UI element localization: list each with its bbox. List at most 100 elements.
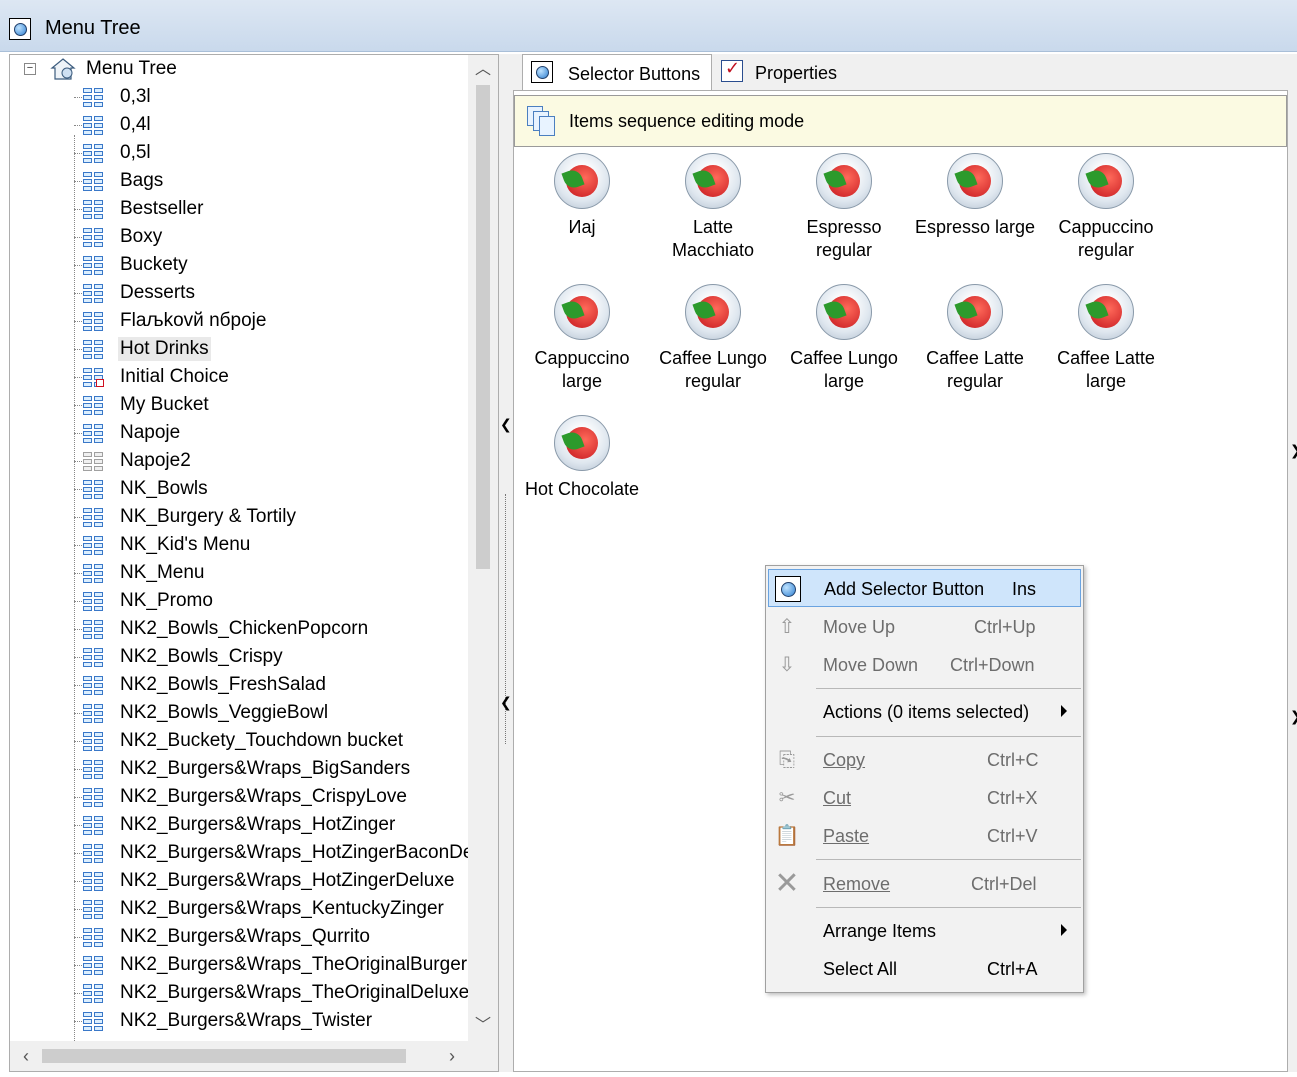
chevron-left-icon[interactable]: ❮ [500, 416, 512, 433]
tree-item[interactable]: Bestseller [10, 195, 470, 223]
tree-item-label: NK_Menu [120, 562, 205, 583]
tree-item[interactable]: Buckety [10, 251, 470, 279]
tree-item[interactable]: Bags [10, 167, 470, 195]
tree-item[interactable]: Boxy [10, 223, 470, 251]
tree-vertical-scrollbar[interactable]: ︿ ﹀ [468, 55, 498, 1041]
selector-button[interactable]: Caffee Latte large [1044, 284, 1168, 404]
tree-item[interactable]: Napoje [10, 419, 470, 447]
selector-button[interactable]: Latte Macchiato [651, 153, 775, 273]
tree-item-label: NK2_Burgers&Wraps_TheOriginalBurger [120, 954, 468, 975]
menu-move-down[interactable]: ⇩ Move Down Ctrl+Down [768, 646, 1081, 684]
tree-item[interactable]: NK2_Burgers&Wraps_HotZingerDeluxe [10, 867, 470, 895]
chevron-left-icon[interactable]: ❮ [500, 694, 512, 711]
selector-button[interactable]: Hot Chocolate [520, 415, 644, 535]
product-icon [1078, 284, 1134, 340]
scroll-up-icon[interactable]: ︿ [468, 57, 498, 83]
tree-item[interactable]: NK_Promo [10, 587, 470, 615]
tree-item[interactable]: Hot Drinks [10, 335, 470, 363]
scroll-left-icon[interactable]: ‹ [12, 1041, 40, 1071]
tree-item[interactable]: NK2_Burgers&Wraps_BigSanders [10, 755, 470, 783]
selector-button[interactable]: Espresso regular [782, 153, 906, 273]
tree-item[interactable]: NK2_Buckety_Touchdown bucket [10, 727, 470, 755]
tree-item[interactable]: Napoje2 [10, 447, 470, 475]
panel-splitter[interactable]: ❮ ❮ [499, 54, 513, 1072]
tree-item[interactable]: 0,3l [10, 83, 470, 111]
tree-item[interactable]: NK2_Bowls_VeggieBowl [10, 699, 470, 727]
context-menu: Add Selector Button Ins ⇧ Move Up Ctrl+U… [765, 565, 1084, 993]
tree-item[interactable]: Desserts [10, 279, 470, 307]
grid-icon [82, 562, 104, 584]
tree-item[interactable]: NK2_Burgers&Wraps_TheOriginalBurger [10, 951, 470, 979]
grid-icon [82, 1010, 104, 1032]
chevron-right-icon[interactable]: ❯ [1290, 442, 1297, 459]
tree-item[interactable]: NK2_Bowls_FreshSalad [10, 671, 470, 699]
tree-item-label: Initial Choice [120, 366, 229, 387]
selector-button[interactable]: Caffee Lungo large [782, 284, 906, 404]
tree-item-label: NK2_Buckety_Touchdown bucket [120, 730, 404, 751]
menu-label: Actions (0 items selected) [823, 702, 1030, 722]
tree-item[interactable]: NK2_Burgers&Wraps_TheOriginalDeluxe [10, 979, 470, 1007]
tree-item[interactable]: NK2_Burgers&Wraps_Qurrito [10, 923, 470, 951]
chevron-right-icon[interactable]: ❯ [1290, 708, 1297, 725]
tree-item-label: NK2_Burgers&Wraps_KentuckyZinger [120, 898, 444, 919]
selector-button[interactable]: Cappuccino regular [1044, 153, 1168, 273]
grid-icon [82, 730, 104, 752]
menu-shortcut: Ctrl+Del [971, 874, 1037, 894]
tree-item-label: NK2_Bowls_ChickenPopcorn [120, 618, 369, 639]
selector-button-label: Latte Macchiato [671, 217, 755, 260]
tab-properties[interactable]: Properties [715, 54, 865, 90]
product-icon [947, 153, 1003, 209]
menu-arrange-items[interactable]: Arrange Items [768, 912, 1081, 950]
tree-item[interactable]: NK_Menu [10, 559, 470, 587]
menu-actions[interactable]: Actions (0 items selected) [768, 693, 1081, 731]
tree-item[interactable]: 0,4l [10, 111, 470, 139]
submenu-arrow-icon [1061, 705, 1067, 717]
tab-selector-buttons[interactable]: Selector Buttons [522, 54, 712, 91]
selector-button[interactable]: Cappuccino large [520, 284, 644, 404]
tree-item[interactable]: NK2_Bowls_ChickenPopcorn [10, 615, 470, 643]
menu-paste[interactable]: 📋 Paste Ctrl+V [768, 817, 1081, 855]
menu-select-all[interactable]: Select All Ctrl+A [768, 950, 1081, 988]
tree-item[interactable]: Flaљkovй nбpoje [10, 307, 470, 335]
menu-label: Paste [823, 826, 870, 846]
tree-item[interactable]: NK2_Burgers&Wraps_CrispyLove [10, 783, 470, 811]
grid-icon [82, 366, 104, 388]
tree-item[interactable]: NK2_Burgers&Wraps_KentuckyZinger [10, 895, 470, 923]
tree-item-label: NK2_Burgers&Wraps_HotZingerBaconDe [120, 842, 470, 863]
grid-icon [82, 310, 104, 332]
tree-horizontal-scrollbar[interactable]: ‹ › [10, 1041, 498, 1071]
selector-button[interactable]: Caffee Lungo regular [651, 284, 775, 404]
selector-button[interactable]: Иaj [520, 153, 644, 273]
tree-item[interactable]: My Bucket [10, 391, 470, 419]
menu-add-selector-button[interactable]: Add Selector Button Ins [768, 569, 1081, 607]
product-icon [554, 284, 610, 340]
sequence-icon [527, 106, 557, 138]
menu-copy[interactable]: ⎘ Copy Ctrl+C [768, 741, 1081, 779]
scroll-thumb[interactable] [476, 85, 490, 569]
tree-item[interactable]: NK2_Burgers&Wraps_HotZinger [10, 811, 470, 839]
menu-cut[interactable]: ✂ Cut Ctrl+X [768, 779, 1081, 817]
tree-item[interactable]: NK_Burgery & Tortily [10, 503, 470, 531]
menu-move-up[interactable]: ⇧ Move Up Ctrl+Up [768, 608, 1081, 646]
tree-item[interactable]: NK2_Bowls_Crispy [10, 643, 470, 671]
tree-item[interactable]: Initial Choice [10, 363, 470, 391]
collapse-icon[interactable]: − [24, 63, 36, 75]
grid-icon [82, 86, 104, 108]
tree-item-label: Napoje [120, 422, 181, 443]
tree-item[interactable]: 0,5l [10, 139, 470, 167]
menu-tree[interactable]: − Menu Tree 0,3l 0,4l 0,5l Bags Bestseller Bo… [10, 55, 470, 1041]
tree-item[interactable]: NK2_Burgers&Wraps_HotZingerBaconDe [10, 839, 470, 867]
selector-button[interactable]: Espresso large [913, 153, 1037, 273]
tree-root[interactable]: − Menu Tree [10, 55, 470, 83]
scroll-thumb-horizontal[interactable] [42, 1049, 406, 1063]
menu-remove[interactable]: ✕ Remove Ctrl+Del [768, 865, 1081, 903]
tree-item[interactable]: NK2_Burgers&Wraps_Twister [10, 1007, 470, 1035]
grid-icon [82, 842, 104, 864]
tree-item-label: NK_Burgery & Tortily [120, 506, 296, 527]
product-icon [685, 284, 741, 340]
tree-item[interactable]: NK_Bowls [10, 475, 470, 503]
scroll-down-icon[interactable]: ﹀ [468, 1013, 498, 1039]
selector-button[interactable]: Caffee Latte regular [913, 284, 1037, 404]
scroll-right-icon[interactable]: › [438, 1041, 466, 1071]
tree-item[interactable]: NK_Kid's Menu [10, 531, 470, 559]
